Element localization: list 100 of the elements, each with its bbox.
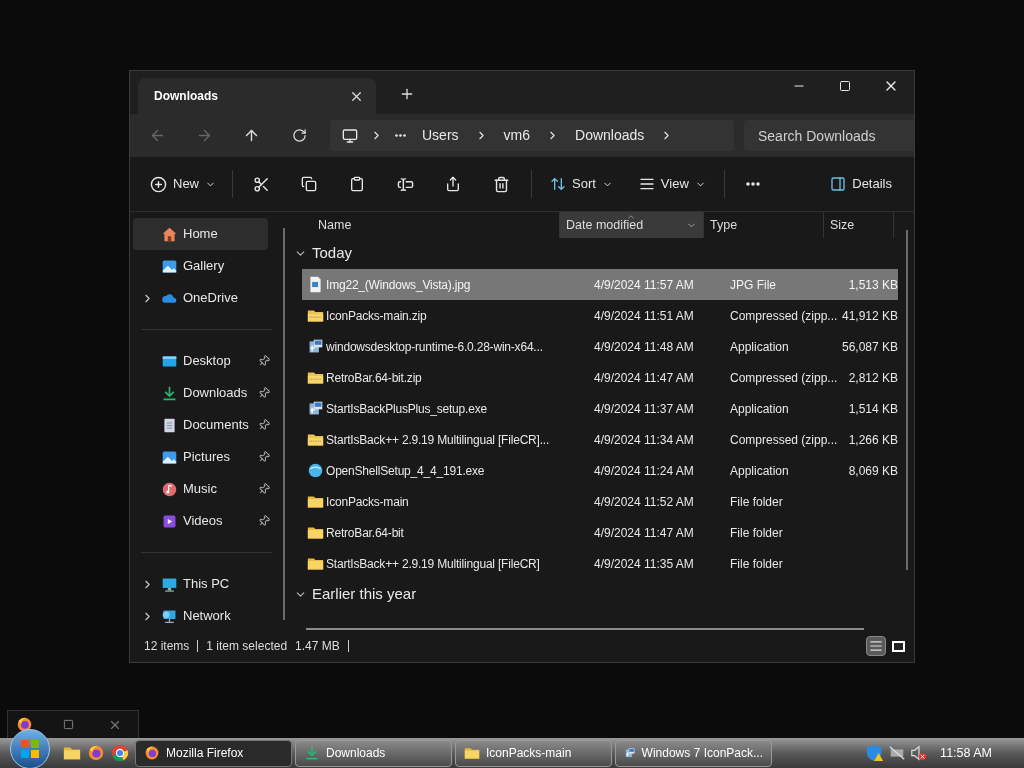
sidebar-item[interactable]: Documents	[133, 409, 280, 441]
file-row[interactable]: IconPacks-main.zip 4/9/2024 11:51 AM Compressed (zipp... 41,912 KB	[302, 300, 898, 331]
download-icon	[304, 745, 320, 761]
folder-icon	[464, 745, 480, 761]
sidebar-label: OneDrive	[183, 289, 239, 308]
sidebar-item[interactable]: Videos	[133, 505, 280, 537]
file-row[interactable]: StartIsBack++ 2.9.19 Multilingual [FileCR] 4/9/2024 11:35 AM File folder	[302, 548, 898, 579]
size-cell-text: 1,514 KB	[847, 400, 898, 418]
type-cell-text: File folder	[730, 524, 784, 542]
tab-title: Downloads	[153, 88, 219, 105]
date-cell-text: 4/9/2024 11:52 AM	[594, 493, 695, 511]
details-view-button[interactable]	[866, 636, 886, 656]
up-icon[interactable]	[243, 127, 260, 144]
address-bar[interactable]: Users vm6 Downloads	[330, 120, 734, 151]
network-off-icon[interactable]	[888, 744, 907, 762]
share-icon	[445, 176, 461, 192]
maximize-icon[interactable]	[63, 719, 74, 730]
refresh-icon[interactable]	[292, 128, 307, 143]
zip-folder-icon	[306, 307, 324, 324]
type-cell-text: Compressed (zipp...	[730, 431, 838, 449]
taskbar-button[interactable]: Downloads	[295, 739, 452, 767]
file-row[interactable]: StartIsBack++ 2.9.19 Multilingual [FileCR]... 4/9/2024 11:34 AM Compressed (zipp... 1,266 KB	[302, 424, 898, 455]
breadcrumb-item[interactable]: Downloads	[575, 125, 645, 146]
date-cell-text: 4/9/2024 11:35 AM	[594, 555, 695, 573]
breadcrumb-item[interactable]: Users	[422, 125, 459, 146]
file-name: RetroBar.64-bit	[326, 524, 404, 542]
sidebar-item[interactable]: Home	[133, 218, 268, 250]
file-name: IconPacks-main	[326, 493, 409, 511]
column-header[interactable]: Type	[704, 212, 824, 238]
sidebar-label: Desktop	[183, 352, 232, 371]
clock[interactable]: 11:58 AM	[940, 743, 992, 763]
size-cell-text: 56,087 KB	[840, 338, 898, 356]
start-button[interactable]	[10, 729, 50, 768]
panel-icon	[830, 176, 847, 192]
search-field[interactable]: Search Downloads	[744, 120, 914, 151]
ellipsis-icon[interactable]	[395, 134, 406, 137]
size-cell-text: 41,912 KB	[840, 307, 898, 325]
taskbar-button[interactable]: Mozilla Firefox	[135, 739, 292, 767]
group-title[interactable]: Earlier this year	[312, 583, 417, 606]
download-icon	[161, 384, 178, 402]
column-header[interactable]: Size	[824, 212, 894, 238]
taskbar-button[interactable]: IconPacks-main	[455, 739, 612, 767]
date-cell-text: 4/9/2024 11:47 AM	[594, 524, 695, 542]
selection-size: 1.47 MB	[295, 638, 340, 655]
back-icon[interactable]	[149, 127, 166, 144]
house-icon	[161, 225, 178, 243]
new-tab-icon[interactable]	[399, 86, 415, 102]
file-row[interactable]: RetroBar.64-bit.zip 4/9/2024 11:47 AM Compressed (zipp... 2,812 KB	[302, 362, 898, 393]
shield-warning-icon[interactable]	[866, 744, 885, 762]
sidebar-label: Network	[183, 607, 232, 626]
taskbar-button[interactable]: Windows 7 IconPack...	[615, 739, 772, 767]
sidebar-item[interactable]: This PC	[133, 568, 280, 600]
sidebar-item[interactable]: Downloads	[133, 377, 280, 409]
sidebar-item[interactable]: Pictures	[133, 441, 280, 473]
group-title[interactable]: Today	[312, 242, 353, 265]
type-cell-text: Compressed (zipp...	[730, 307, 838, 325]
sidebar-label: Downloads	[183, 384, 249, 403]
file-row[interactable]: IconPacks-main 4/9/2024 11:52 AM File folder	[302, 486, 898, 517]
file-row[interactable]: Img22_(Windows_Vista).jpg 4/9/2024 11:57 AM JPG File 1,513 KB	[302, 269, 898, 300]
forward-icon[interactable]	[196, 127, 213, 144]
list-view-icon	[869, 639, 883, 653]
date-cell-text: 4/9/2024 11:51 AM	[594, 307, 695, 325]
date-cell-text: 4/9/2024 11:37 AM	[594, 400, 695, 418]
file-name: Img22_(Windows_Vista).jpg	[326, 276, 471, 294]
chrome-icon[interactable]	[111, 744, 129, 762]
copy-icon	[301, 176, 317, 192]
sidebar-item[interactable]: Gallery	[133, 250, 280, 282]
folder-icon	[306, 555, 324, 572]
sidebar-item[interactable]: Network	[133, 600, 280, 632]
breadcrumb-item[interactable]: vm6	[503, 125, 530, 146]
file-name: StartIsBack++ 2.9.19 Multilingual [FileCR]...	[326, 431, 550, 449]
document-icon	[161, 416, 178, 434]
sidebar-label: Gallery	[183, 257, 226, 276]
file-row[interactable]: OpenShellSetup_4_4_191.exe 4/9/2024 11:24 AM Application 8,069 KB	[302, 455, 898, 486]
plus-icon	[150, 175, 167, 193]
sidebar-label: Music	[183, 480, 218, 499]
file-row[interactable]: windowsdesktop-runtime-6.0.28-win-x64... 4/9/2024 11:48 AM Application 56,087 KB	[302, 331, 898, 362]
sidebar-item[interactable]: Music	[133, 473, 280, 505]
sidebar-item[interactable]: Desktop	[133, 345, 280, 377]
details-button[interactable]: Details	[822, 166, 900, 202]
file-row[interactable]: StartIsBackPlusPlus_setup.exe 4/9/2024 11:37 AM Application 1,514 KB	[302, 393, 898, 424]
date-cell-text: 4/9/2024 11:48 AM	[594, 338, 695, 356]
date-cell-text: 4/9/2024 11:47 AM	[594, 369, 695, 387]
file-name: windowsdesktop-runtime-6.0.28-win-x64...	[326, 338, 543, 356]
sidebar-item[interactable]: OneDrive	[133, 282, 280, 314]
type-cell-text: JPG File	[730, 276, 777, 294]
file-name: IconPacks-main.zip	[326, 307, 427, 325]
ellipsis-icon	[745, 182, 760, 186]
view-button[interactable]: View	[630, 166, 714, 202]
window-tab[interactable]: Downloads	[138, 78, 376, 114]
sidebar-label: This PC	[183, 575, 231, 594]
new-button[interactable]: New	[142, 166, 224, 202]
windows-logo-icon	[20, 739, 40, 759]
type-cell-text: Application	[730, 462, 790, 480]
file-row[interactable]: RetroBar.64-bit 4/9/2024 11:47 AM File folder	[302, 517, 898, 548]
muted-speaker-icon[interactable]	[910, 744, 929, 762]
folder-icon	[306, 493, 324, 510]
sort-button[interactable]: Sort	[542, 166, 621, 202]
maximize-icon	[839, 80, 851, 92]
column-header[interactable]: Date modified	[560, 212, 704, 238]
